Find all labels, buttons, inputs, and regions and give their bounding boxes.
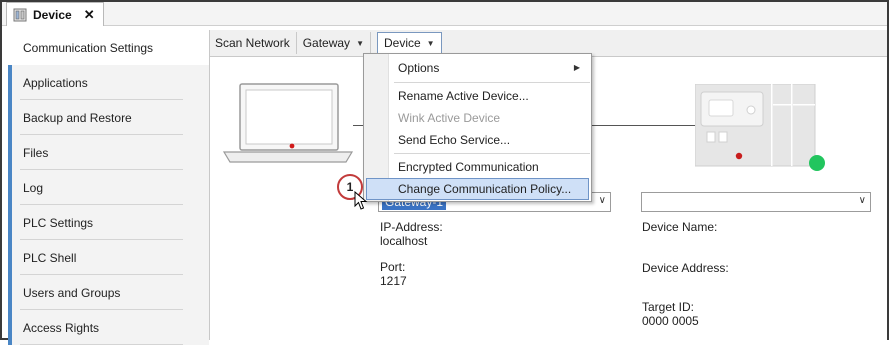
caret-down-icon: ▼ bbox=[356, 38, 364, 48]
sidebar-item-communication-settings[interactable]: Communication Settings bbox=[8, 30, 209, 65]
device-dropdown-menu: Options ▶ Rename Active Device... Wink A… bbox=[363, 53, 592, 202]
menu-separator bbox=[394, 153, 590, 154]
menu-item-change-communication-policy[interactable]: Change Communication Policy... bbox=[366, 178, 589, 200]
sidebar-item-log[interactable]: Log bbox=[8, 170, 209, 205]
menu-item-wink-active-device[interactable]: Wink Active Device bbox=[366, 107, 589, 129]
device-address-label: Device Address: bbox=[642, 261, 729, 275]
device-editor-window: Device ✕ Communication Settings Applicat… bbox=[0, 0, 889, 345]
sidebar-item-plc-settings[interactable]: PLC Settings bbox=[8, 205, 209, 240]
plc-device-icon bbox=[694, 83, 835, 175]
sidebar-item-label: Access Rights bbox=[23, 320, 100, 335]
mouse-cursor-icon bbox=[354, 190, 368, 214]
sidebar-item-label: PLC Shell bbox=[23, 250, 77, 265]
ip-address-label: IP-Address: bbox=[380, 220, 443, 234]
menu-item-label: Options bbox=[398, 61, 440, 75]
menu-item-encrypted-communication[interactable]: Encrypted Communication bbox=[366, 156, 589, 178]
device-menu-button[interactable]: Device ▼ bbox=[376, 32, 442, 54]
ip-address-value: localhost bbox=[380, 234, 428, 248]
tab-title: Device bbox=[33, 7, 72, 22]
menu-item-label: Send Echo Service... bbox=[398, 133, 511, 147]
port-value: 1217 bbox=[380, 274, 407, 288]
sidebar-item-label: Communication Settings bbox=[23, 40, 154, 55]
submenu-arrow-icon: ▶ bbox=[573, 63, 580, 72]
menu-item-label: Change Communication Policy... bbox=[398, 182, 572, 196]
close-icon[interactable]: ✕ bbox=[84, 7, 95, 23]
port-label: Port: bbox=[380, 260, 406, 274]
tab-strip: Device ✕ bbox=[2, 2, 887, 26]
scan-network-label: Scan Network bbox=[215, 36, 290, 50]
device-icon bbox=[13, 8, 27, 22]
sidebar-item-applications[interactable]: Applications bbox=[8, 65, 209, 100]
device-name-label: Device Name: bbox=[642, 220, 718, 234]
sidebar-item-label: Backup and Restore bbox=[23, 110, 132, 125]
sidebar-item-plc-shell[interactable]: PLC Shell bbox=[8, 240, 209, 275]
device-menu-label: Device bbox=[383, 36, 421, 50]
target-id-label: Target ID: bbox=[642, 300, 695, 314]
connection-line bbox=[592, 125, 695, 126]
status-dot bbox=[809, 155, 825, 171]
gateway-menu-label: Gateway bbox=[302, 36, 351, 50]
sidebar-item-label: Log bbox=[23, 180, 44, 195]
menu-item-rename-active-device[interactable]: Rename Active Device... bbox=[366, 85, 589, 107]
sidebar-item-users-and-groups[interactable]: Users and Groups bbox=[8, 275, 209, 310]
device-select[interactable]: ∨ bbox=[641, 192, 871, 212]
chevron-down-icon[interactable]: ∨ bbox=[599, 195, 606, 206]
target-id-value: 0000 0005 bbox=[642, 314, 699, 328]
sidebar: Communication Settings Applications Back… bbox=[8, 30, 210, 345]
caret-down-icon: ▼ bbox=[426, 38, 435, 48]
sidebar-item-label: Users and Groups bbox=[23, 285, 121, 300]
scan-network-button[interactable]: Scan Network bbox=[210, 32, 297, 54]
menu-item-options[interactable]: Options ▶ bbox=[366, 57, 589, 79]
tab-device[interactable]: Device ✕ bbox=[6, 2, 104, 26]
menu-item-label: Encrypted Communication bbox=[398, 160, 539, 174]
sidebar-item-label: PLC Settings bbox=[23, 215, 94, 230]
menu-separator bbox=[394, 82, 590, 83]
sidebar-item-backup-and-restore[interactable]: Backup and Restore bbox=[8, 100, 209, 135]
menu-item-label: Wink Active Device bbox=[398, 111, 501, 125]
sidebar-item-label: Applications bbox=[23, 75, 88, 90]
sidebar-item-label: Files bbox=[23, 145, 49, 160]
menu-item-label: Rename Active Device... bbox=[398, 89, 529, 103]
laptop-icon bbox=[222, 82, 354, 167]
sidebar-item-files[interactable]: Files bbox=[8, 135, 209, 170]
menu-item-send-echo-service[interactable]: Send Echo Service... bbox=[366, 129, 589, 151]
chevron-down-icon[interactable]: ∨ bbox=[859, 195, 866, 206]
gateway-menu-button[interactable]: Gateway ▼ bbox=[297, 32, 371, 54]
